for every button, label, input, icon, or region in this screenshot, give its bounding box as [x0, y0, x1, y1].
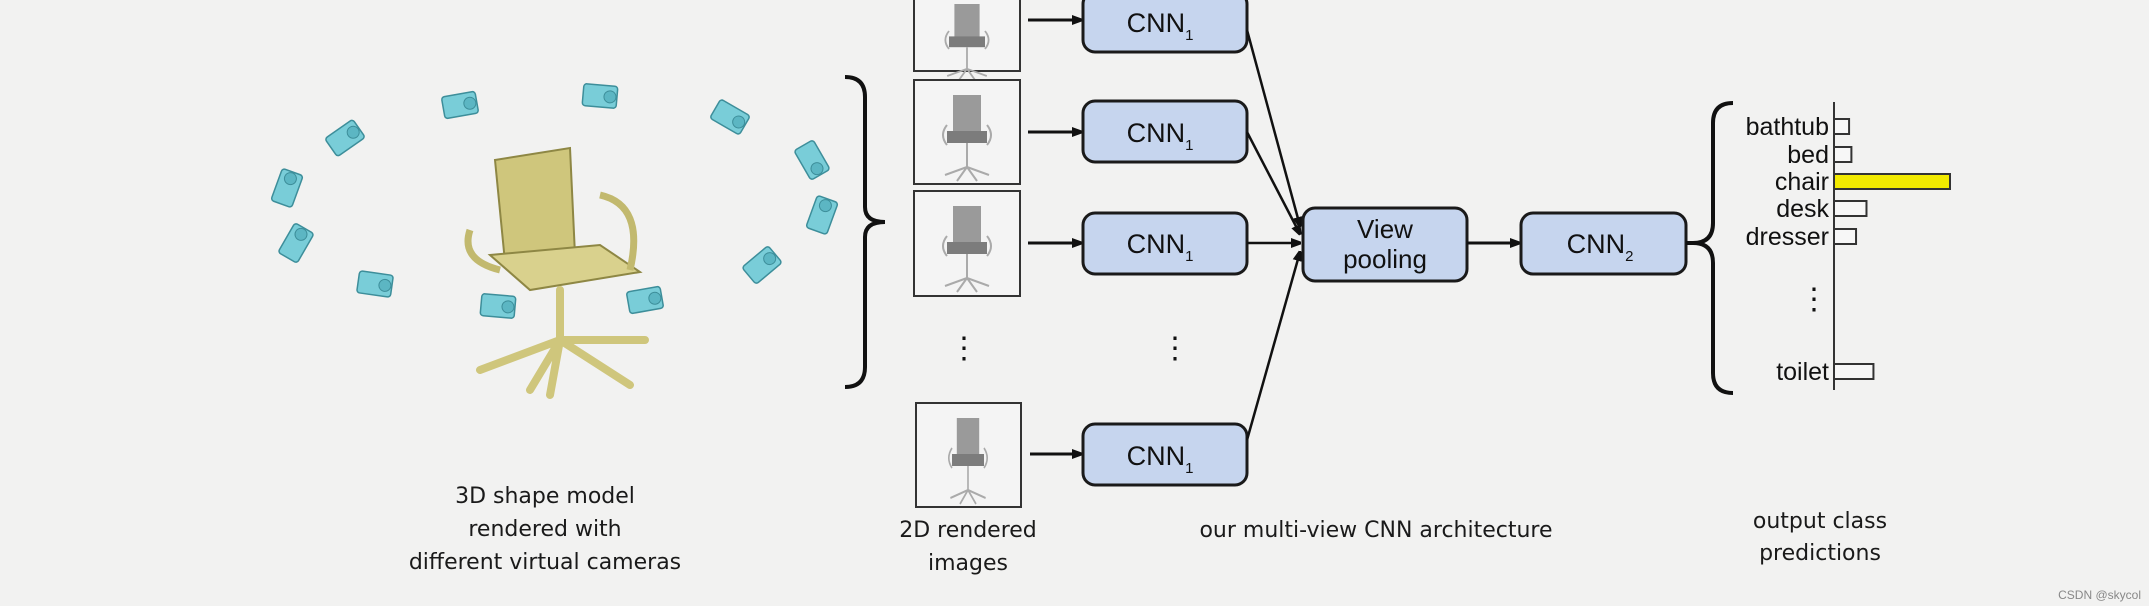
camera-icon	[741, 244, 783, 286]
camera-icon	[355, 269, 395, 299]
camera-icon	[805, 194, 839, 236]
bar-bathtub	[1833, 118, 1851, 135]
input-arrows	[1028, 20, 1081, 454]
chair-3d-model	[464, 146, 649, 399]
svg-text:View: View	[1357, 214, 1413, 244]
camera-icon	[479, 292, 517, 320]
ellipsis-views: ⋮	[949, 332, 979, 365]
svg-text:pooling: pooling	[1343, 244, 1427, 274]
category-label: ⋮	[1799, 283, 1829, 316]
bar-toilet	[1833, 363, 1875, 380]
caption-rendered-2: images	[928, 551, 1008, 576]
caption-shape-model-1: 3D shape model	[455, 484, 635, 509]
left-brace	[844, 75, 886, 389]
caption-predictions-1: output class	[1753, 509, 1887, 534]
category-label: bed	[1787, 141, 1829, 169]
caption-rendered-1: 2D rendered	[899, 518, 1037, 543]
cnn1-block: CNN1	[1081, 99, 1249, 164]
caption-architecture: our multi-view CNN architecture	[1199, 518, 1552, 543]
category-label: dresser	[1746, 223, 1829, 251]
cnn2-block: CNN2	[1519, 211, 1688, 276]
bar-chair	[1833, 173, 1951, 190]
rendered-view-thumbnails	[913, 0, 1022, 508]
cnn1-block: CNN1	[1081, 422, 1249, 487]
camera-icon	[270, 167, 304, 209]
caption-shape-model-2: rendered with	[468, 517, 621, 542]
watermark: CSDN @skycol	[2058, 588, 2141, 602]
camera-icon	[709, 98, 751, 136]
category-label: chair	[1775, 168, 1829, 196]
right-brace	[1692, 101, 1734, 395]
category-label: desk	[1776, 195, 1829, 223]
ellipsis-cnns: ⋮	[1160, 332, 1190, 365]
caption-predictions-2: predictions	[1759, 541, 1881, 566]
camera-icon	[793, 139, 831, 181]
camera-icon	[277, 222, 315, 264]
pooling-arrows	[1245, 29, 1300, 441]
bar-bed	[1833, 146, 1853, 163]
category-label: bathtub	[1746, 113, 1829, 141]
multi-view-cnn-diagram: ⋮ ⋮ CNN1 CNN1 CNN1 CNN1 View pooling CNN…	[270, 0, 1951, 576]
caption-shape-model-3: different virtual cameras	[409, 550, 681, 575]
category-label: toilet	[1776, 358, 1829, 386]
view-pooling-block: View pooling	[1301, 206, 1469, 283]
bar-desk	[1833, 200, 1868, 217]
camera-icon	[625, 285, 665, 315]
bar-dresser	[1833, 228, 1858, 245]
class-prediction-chart: bathtubbedchairdeskdresser ⋮ toilet	[1746, 102, 1951, 390]
cnn1-block: CNN1	[1081, 211, 1249, 276]
cnn1-block: CNN1	[1081, 0, 1249, 54]
camera-icon	[324, 118, 366, 158]
camera-icon	[440, 90, 480, 120]
camera-icon	[581, 82, 619, 110]
